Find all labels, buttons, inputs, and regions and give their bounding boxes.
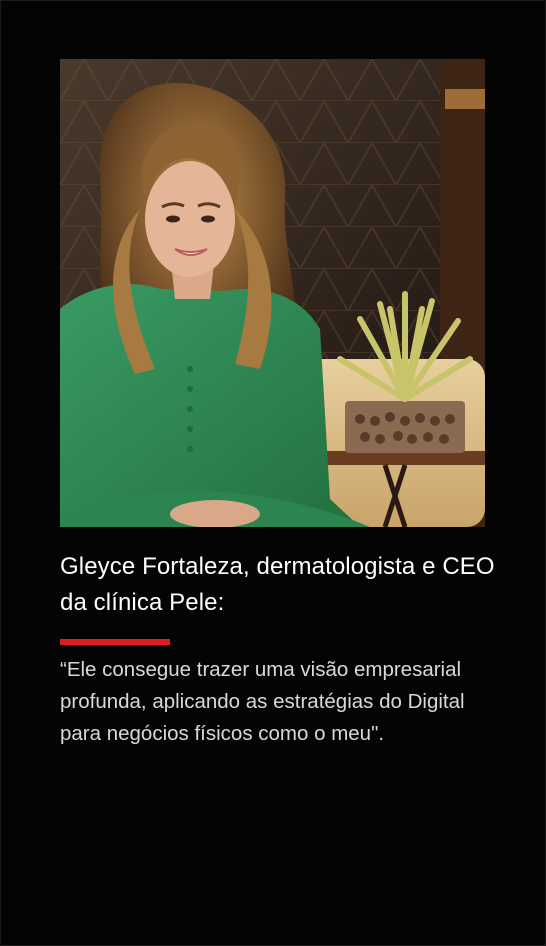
accent-divider [60, 639, 170, 645]
testimonial-quote: “Ele consegue trazer uma visão empresari… [60, 658, 465, 745]
portrait-photo [60, 59, 485, 527]
testimonial-author: Gleyce Fortaleza, dermatologista e CEO d… [60, 553, 495, 616]
testimonial-card: Gleyce Fortaleza, dermatologista e CEO d… [0, 0, 546, 946]
